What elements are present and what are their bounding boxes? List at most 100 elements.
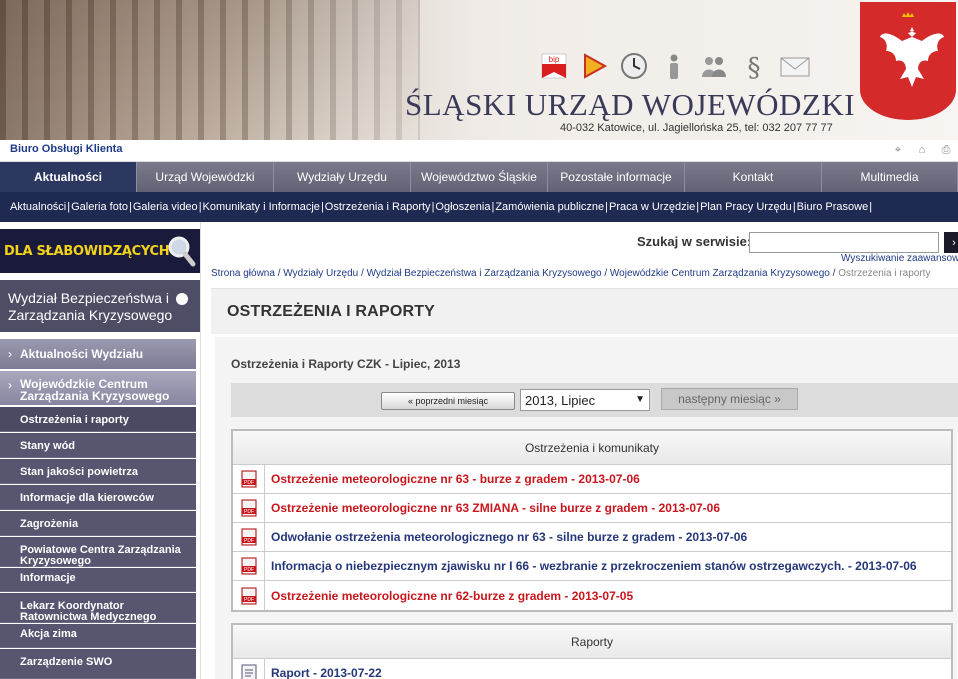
customer-service-link[interactable]: Biuro Obsługi Klienta — [10, 143, 122, 155]
table-row: PDF Odwołanie ostrzeżenia meteorologiczn… — [233, 522, 951, 552]
sidebar-sub-zagrozenia[interactable]: Zagrożenia — [0, 511, 196, 536]
pdf-icon: PDF — [233, 464, 265, 494]
mail-icon[interactable] — [778, 50, 810, 82]
print-icon[interactable]: ⎙ — [938, 142, 954, 158]
top-tools: ⌖ ⌂ ⎙ — [890, 142, 954, 158]
subnav-link[interactable]: Komunikaty i Informacje — [203, 201, 320, 213]
table-row: PDF Informacja o niebezpiecznym zjawisku… — [233, 551, 951, 581]
circle-icon — [176, 293, 188, 305]
sidebar-sub-akcja-zima[interactable]: Akcja zima — [0, 624, 196, 648]
site-address: 40-032 Katowice, ul. Jagiellońska 25, te… — [560, 122, 833, 134]
sitemap-icon[interactable]: ⌖ — [890, 142, 906, 158]
svg-text:PDF: PDF — [244, 597, 254, 603]
sidebar-sub-powiatowe[interactable]: Powiatowe Centra Zarządzania Kryzysowego — [0, 537, 196, 567]
eagle-emblem-icon — [860, 2, 956, 120]
breadcrumb: Strona główna / Wydziały Urzędu / Wydzia… — [211, 268, 931, 279]
search-button[interactable]: › — [944, 232, 958, 253]
month-select[interactable]: 2013, Lipiec ▼ — [520, 389, 650, 411]
table-row: PDF Ostrzeżenie meteorologiczne nr 62-bu… — [233, 581, 951, 610]
subnav-link[interactable]: Biuro Prasowe — [797, 201, 869, 213]
chevron-right-icon: › — [8, 347, 12, 361]
sidebar-item-label: Aktualności Wydziału — [20, 347, 144, 361]
sidebar-item-aktualnosci-wydzialu[interactable]: › Aktualności Wydziału — [0, 339, 196, 369]
nav-tab-multimedia[interactable]: Multimedia — [822, 162, 958, 192]
warning-link[interactable]: Ostrzeżenie meteorologiczne nr 63 - burz… — [265, 472, 640, 486]
left-sidebar: DLA SŁABOWIDZĄCYCH Wydział Bezpieczeństw… — [0, 222, 200, 679]
sidebar-sub-kierowcy[interactable]: Informacje dla kierowców — [0, 485, 196, 510]
bip-icon[interactable]: bip — [538, 50, 570, 82]
page-title: OSTRZEŻENIA I RAPORTY — [227, 303, 436, 320]
subnav-link[interactable]: Galeria video — [133, 201, 198, 213]
page-title-bar: OSTRZEŻENIA I RAPORTY — [211, 288, 958, 334]
nav-tab-pozostale[interactable]: Pozostałe informacje — [548, 162, 685, 192]
department-title-text: Wydział Bezpieczeństwa i Zarządzania Kry… — [8, 290, 173, 323]
previous-month-button[interactable]: « poprzedni miesiąc — [381, 392, 515, 410]
main-content: Szukaj w serwisie: › Wyszukiwanie zaawan… — [200, 222, 958, 679]
site-title: ŚLĄSKI URZĄD WOJEWÓDZKI — [405, 87, 856, 122]
sidebar-sub-ostrzezenia[interactable]: Ostrzeżenia i raporty — [0, 407, 196, 432]
nav-tab-wydzialy[interactable]: Wydziały Urzędu — [274, 162, 411, 192]
sidebar-sub-informacje[interactable]: Informacje — [0, 568, 196, 592]
sidebar-item-label: Wojewódzkie Centrum Zarządzania Kryzysow… — [20, 377, 170, 403]
department-title[interactable]: Wydział Bezpieczeństwa i Zarządzania Kry… — [0, 280, 200, 332]
nav-tab-urzad[interactable]: Urząd Wojewódzki — [137, 162, 274, 192]
warning-link[interactable]: Ostrzeżenie meteorologiczne nr 62-burze … — [265, 589, 633, 603]
subnav-link[interactable]: Plan Pracy Urzędu — [700, 201, 792, 213]
warnings-table-header: Ostrzeżenia i komunikaty — [233, 431, 951, 465]
search-label: Szukaj w serwisie: — [637, 234, 752, 249]
low-vision-label: DLA SŁABOWIDZĄCYCH — [4, 243, 170, 259]
site-header: bip § ŚLĄSKI URZĄD WOJEWÓDZKI 40-032 Kat… — [0, 0, 958, 140]
nav-tab-aktualnosci[interactable]: Aktualności — [0, 162, 137, 192]
subnav-link[interactable]: Praca w Urzędzie — [609, 201, 695, 213]
pdf-icon: PDF — [233, 551, 265, 581]
warning-link[interactable]: Ostrzeżenie meteorologiczne nr 63 ZMIANA… — [265, 501, 720, 515]
month-select-value: 2013, Lipiec — [525, 392, 596, 408]
breadcrumb-link[interactable]: Wojewódzkie Centrum Zarządzania Kryzysow… — [610, 268, 830, 279]
warning-link[interactable]: Informacja o niebezpiecznym zjawisku nr … — [265, 559, 917, 573]
subnav-link[interactable]: Ogłoszenia — [435, 201, 490, 213]
svg-text:PDF: PDF — [244, 509, 254, 515]
report-link[interactable]: Raport - 2013-07-22 — [265, 666, 382, 679]
sidebar-sub-lekarz[interactable]: Lekarz Koordynator Ratownictwa Medyczneg… — [0, 593, 196, 623]
breadcrumb-current: Ostrzeżenia i raporty — [838, 268, 931, 279]
warnings-table: Ostrzeżenia i komunikaty PDF Ostrzeżenie… — [231, 429, 953, 612]
search-input[interactable] — [749, 232, 939, 253]
pdf-icon: PDF — [233, 493, 265, 523]
warning-link[interactable]: Odwołanie ostrzeżenia meteorologicznego … — [265, 530, 747, 544]
info-icon[interactable] — [658, 50, 690, 82]
content-panel: Ostrzeżenia i Raporty CZK - Lipiec, 2013… — [215, 337, 958, 679]
subnav-link[interactable]: Ostrzeżenia i Raporty — [325, 201, 431, 213]
subnav-link[interactable]: Galeria foto — [71, 201, 128, 213]
low-vision-banner[interactable]: DLA SŁABOWIDZĄCYCH — [0, 229, 200, 273]
home-icon[interactable]: ⌂ — [914, 142, 930, 158]
breadcrumb-link[interactable]: Wydział Bezpieczeństwa i Zarządzania Kry… — [367, 268, 602, 279]
pdf-icon: PDF — [233, 581, 265, 610]
sidebar-item-wczk[interactable]: › Wojewódzkie Centrum Zarządzania Kryzys… — [0, 371, 196, 405]
svg-text:PDF: PDF — [244, 480, 254, 486]
document-icon — [233, 658, 265, 679]
svg-text:PDF: PDF — [244, 538, 254, 544]
subnav-link[interactable]: Aktualności — [10, 201, 66, 213]
nav-tab-wojewodztwo[interactable]: Województwo Śląskie — [411, 162, 548, 192]
reports-table: Raporty Raport - 2013-07-22 — [231, 623, 953, 679]
table-row: PDF Ostrzeżenie meteorologiczne nr 63 ZM… — [233, 493, 951, 523]
table-row: Raport - 2013-07-22 — [233, 658, 951, 679]
advanced-search-link[interactable]: Wyszukiwanie zaawansowane — [841, 253, 958, 264]
sidebar-sub-stany-wod[interactable]: Stany wód — [0, 433, 196, 458]
play-icon[interactable] — [578, 50, 610, 82]
chevron-right-icon: › — [8, 378, 12, 392]
clock-icon[interactable] — [618, 50, 650, 82]
section-subtitle: Ostrzeżenia i Raporty CZK - Lipiec, 2013 — [231, 357, 461, 371]
nav-tab-kontakt[interactable]: Kontakt — [685, 162, 822, 192]
breadcrumb-link[interactable]: Strona główna — [211, 268, 275, 279]
breadcrumb-link[interactable]: Wydziały Urzędu — [283, 268, 358, 279]
subnav-link[interactable]: Zamówienia publiczne — [495, 201, 604, 213]
sidebar-sub-powietrze[interactable]: Stan jakości powietrza — [0, 459, 196, 484]
users-icon[interactable] — [698, 50, 730, 82]
pdf-icon: PDF — [233, 522, 265, 552]
paragraph-icon[interactable]: § — [738, 50, 770, 82]
bip-text: bip — [549, 55, 560, 64]
svg-text:§: § — [748, 53, 761, 81]
next-month-button[interactable]: następny miesiąc » — [661, 388, 798, 410]
sidebar-sub-zarzadzenie[interactable]: Zarządzenie SWO — [0, 649, 196, 679]
